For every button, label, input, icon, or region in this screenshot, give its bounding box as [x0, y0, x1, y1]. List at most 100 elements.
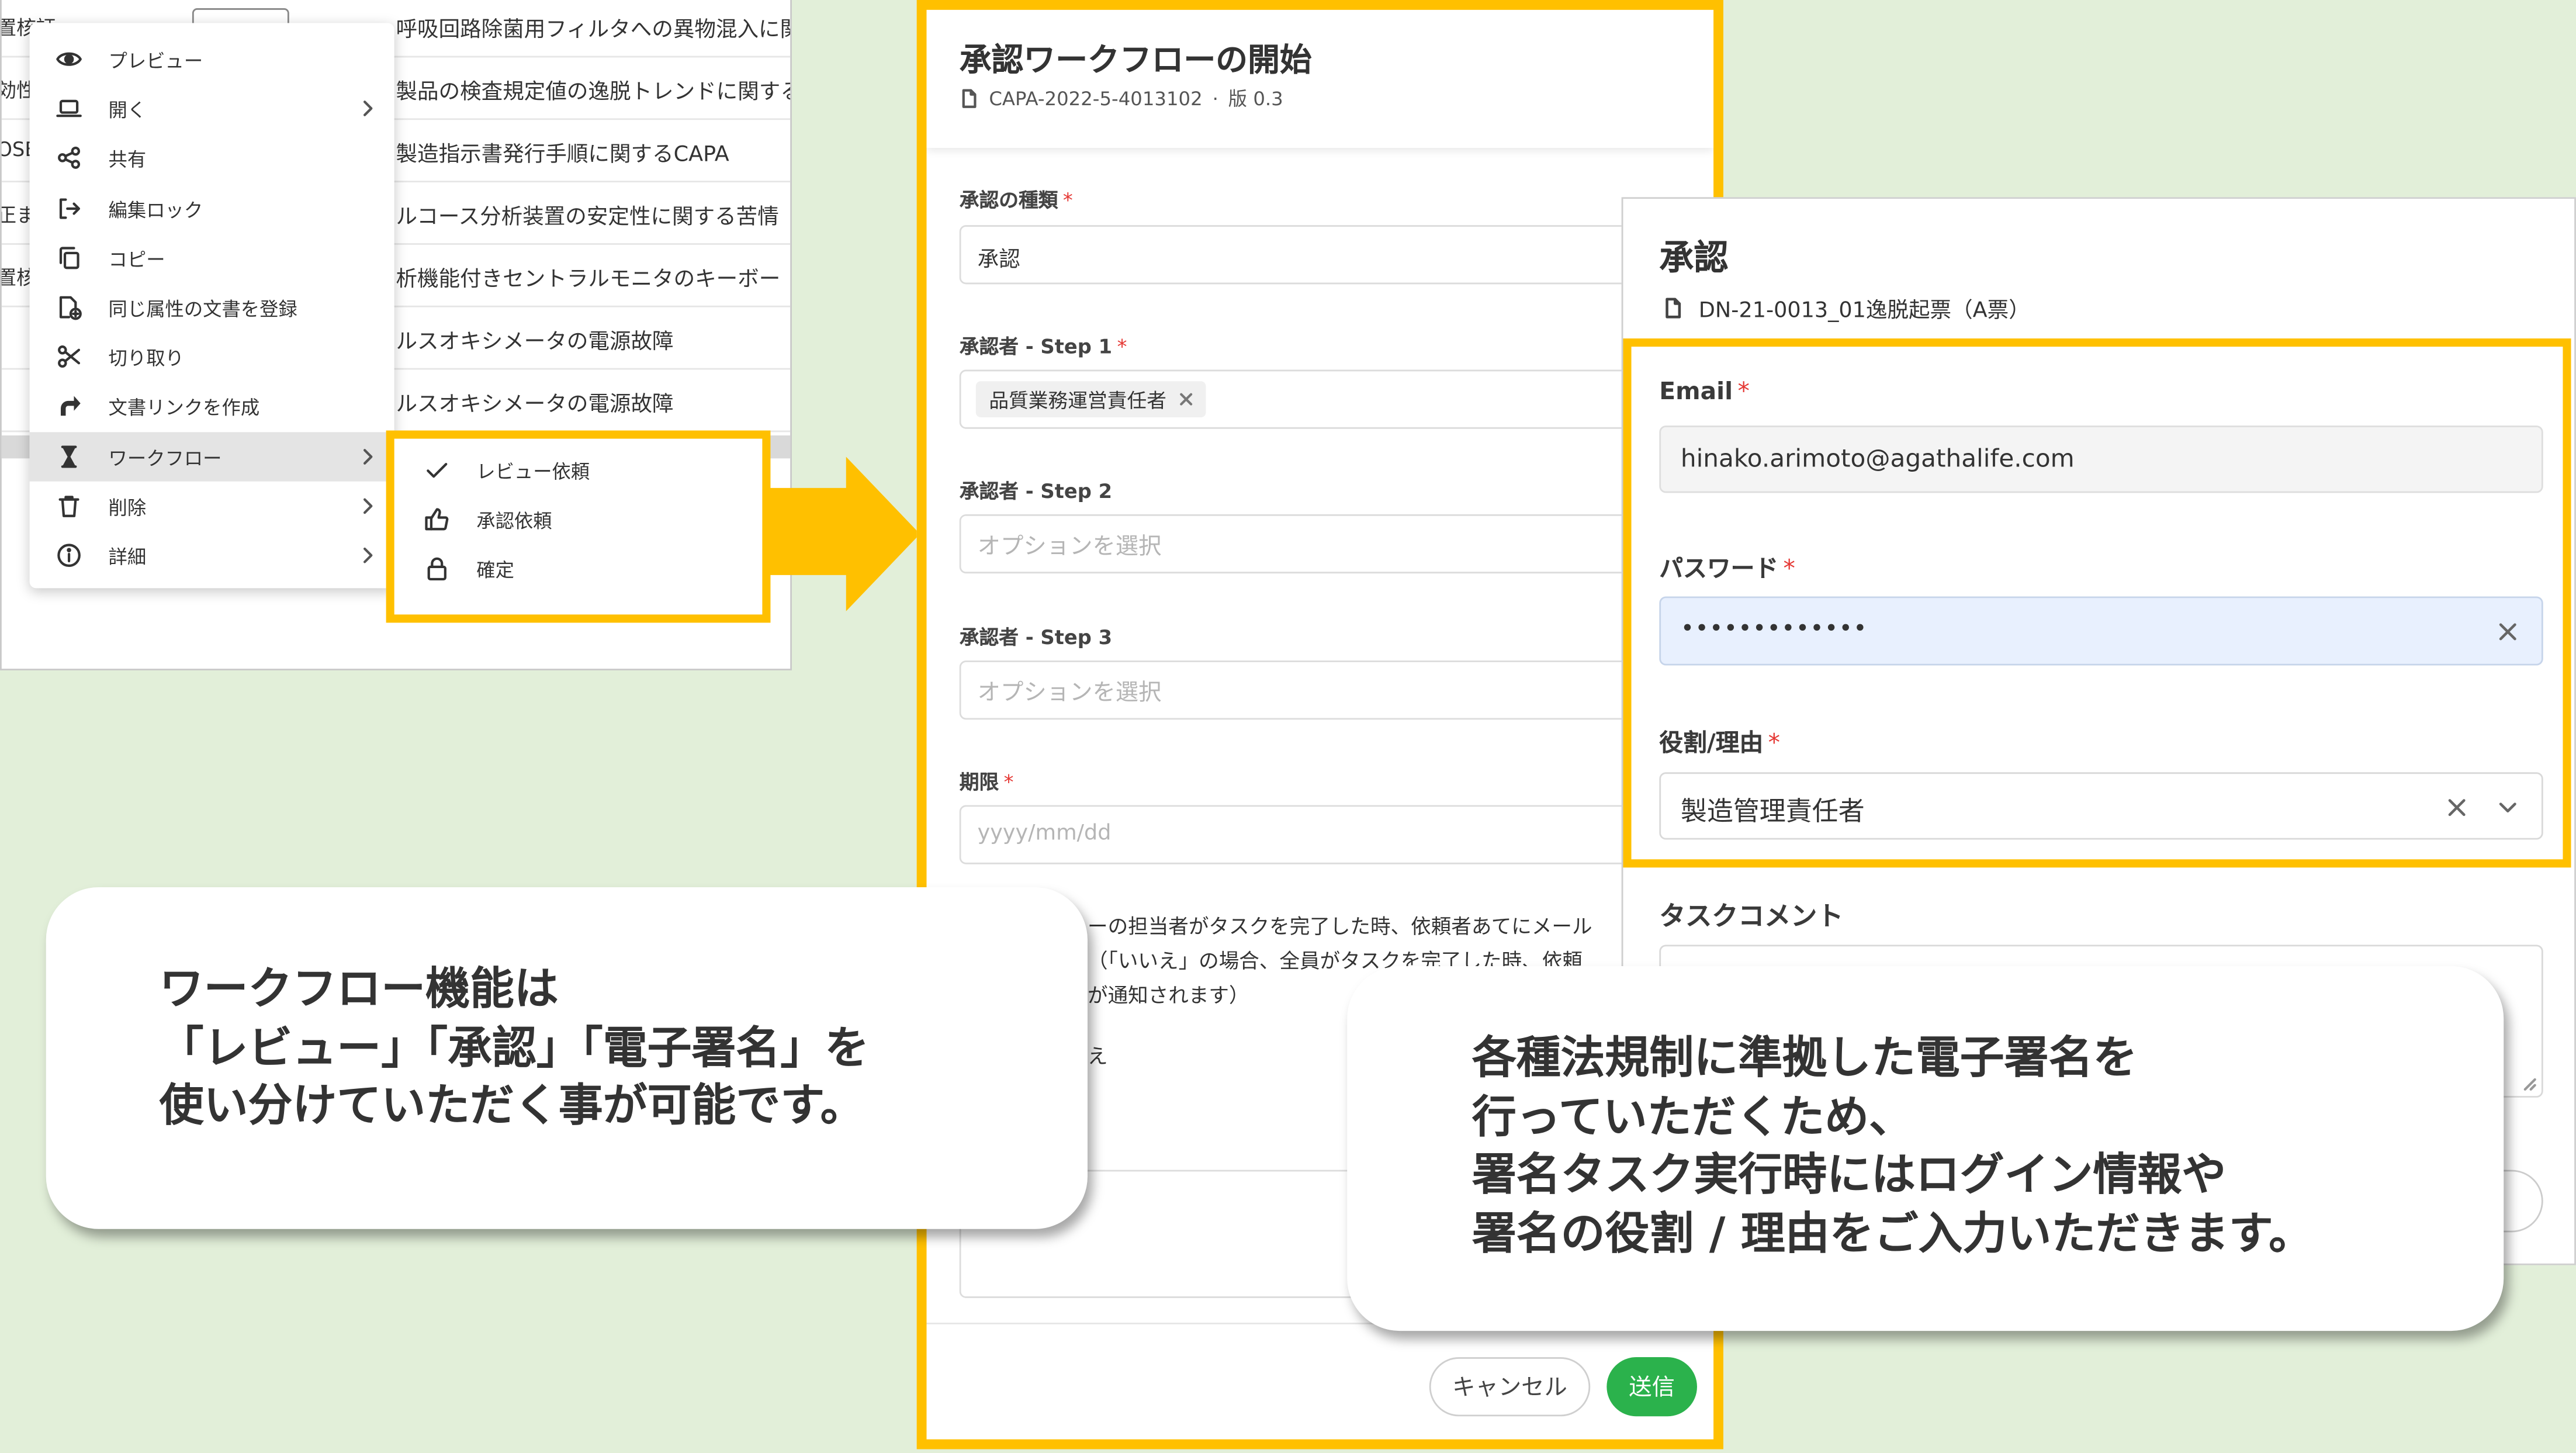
file-plus-icon	[56, 294, 82, 320]
required-mark: *	[1783, 556, 1795, 583]
password-label: パスワード *	[1659, 551, 1795, 585]
due-date-input[interactable]: yyyy/mm/dd	[959, 805, 1666, 864]
email-field[interactable]: hinako.arimoto@agathalife.com	[1659, 425, 2543, 493]
label-text: 期限	[959, 770, 999, 794]
laptop-icon	[56, 96, 82, 122]
label-text: 承認の種類	[959, 189, 1058, 212]
role-reason-value: 製造管理責任者	[1680, 795, 1865, 827]
menu-item-workflow[interactable]: ワークフロー	[29, 431, 394, 481]
row-title[interactable]: 呼吸回路除菌用フィルタへの異物混入に関	[396, 12, 790, 43]
menu-item-label: 同じ属性の文書を登録	[108, 297, 297, 321]
approver-step1-label: 承認者 - Step 1 *	[960, 332, 1127, 360]
menu-item-label: 文書リンクを作成	[108, 396, 260, 420]
lock-icon	[424, 555, 450, 582]
menu-item-open[interactable]: 開く	[30, 84, 394, 134]
submenu-item-finalize[interactable]: 確定	[394, 544, 763, 593]
callout-line: ワークフロー機能は	[159, 964, 559, 1016]
menu-item-edit-lock[interactable]: 編集ロック	[30, 184, 394, 233]
approval-type-label: 承認の種類 *	[960, 186, 1073, 214]
menu-item-share[interactable]: 共有	[30, 134, 394, 184]
copy-icon	[56, 244, 82, 271]
callout-line: 署名の役割 / 理由をご入力いただきます。	[1471, 1208, 2314, 1260]
row-title[interactable]: ルコース分析装置の安定性に関する苦情	[396, 199, 778, 230]
menu-item-copy[interactable]: コピー	[30, 233, 394, 282]
file-icon	[1663, 297, 1684, 319]
submenu-item-approval-request[interactable]: 承認依頼	[394, 494, 763, 544]
callout-line: 署名タスク実行時にはログイン情報や	[1471, 1150, 2227, 1201]
row-title[interactable]: 析機能付きセントラルモニタのキーボー	[396, 261, 780, 292]
chevron-down-icon[interactable]	[2497, 797, 2519, 818]
menu-item-create-link[interactable]: 文書リンクを作成	[30, 382, 394, 431]
hourglass-icon	[56, 443, 82, 469]
resize-handle-icon[interactable]	[2522, 1076, 2536, 1091]
row-title[interactable]: ルスオキシメータの電源故障	[396, 386, 673, 417]
close-icon[interactable]	[2446, 797, 2468, 818]
approver-step1-select[interactable]: 品質業務運営責任者	[959, 369, 1666, 429]
menu-item-cut[interactable]: 切り取り	[30, 332, 394, 382]
approver-tag-label: 品質業務運営責任者	[989, 388, 1166, 412]
row-title[interactable]: 製品の検査規定値の逸脱トレンドに関する	[396, 74, 790, 105]
callout-line: 各種法規制に準拠した電子署名を	[1471, 1033, 2138, 1085]
close-icon[interactable]	[2497, 621, 2519, 643]
radio-no-label[interactable]: え	[1088, 1040, 1108, 1070]
required-mark: *	[1117, 335, 1127, 358]
chevron-right-icon	[358, 545, 378, 565]
required-mark: *	[1737, 379, 1750, 406]
label-text: 承認者 - Step 1	[959, 335, 1113, 358]
approver-step2-label: 承認者 - Step 2	[959, 479, 1113, 503]
menu-item-label: 共有	[108, 148, 147, 172]
due-date-label: 期限 *	[960, 767, 1014, 795]
menu-item-label: 詳細	[108, 545, 147, 569]
context-menu: プレビュー 開く 共有 編集ロック コピー 同じ属性の文書を登録 切り取り 文書…	[29, 23, 394, 589]
required-mark: *	[1768, 731, 1781, 757]
menu-item-details[interactable]: 詳細	[30, 531, 394, 580]
callout-workflow-explanation: ワークフロー機能は 「レビュー」「承認」「電子署名」を 使い分けていただく事が可…	[46, 887, 1088, 1229]
label-text: 役割/理由	[1659, 731, 1764, 757]
separator: ·	[1212, 87, 1218, 110]
task-comment-label: タスクコメント	[1659, 900, 1844, 932]
menu-item-label: ワークフロー	[108, 446, 222, 469]
required-mark: *	[1003, 770, 1014, 794]
placeholder: オプションを選択	[977, 534, 1162, 561]
share-arrow-icon	[56, 393, 82, 420]
approver-tag: 品質業務運営責任者	[975, 381, 1206, 418]
callout-line: 使い分けていただく事が可能です。	[159, 1081, 865, 1132]
callout-line: 「レビュー」「承認」「電子署名」を	[159, 1022, 870, 1074]
menu-item-register-similar[interactable]: 同じ属性の文書を登録	[30, 282, 394, 332]
submit-button[interactable]: 送信	[1606, 1357, 1697, 1417]
workflow-submenu: レビュー依頼 承認依頼 確定	[386, 430, 771, 623]
row-title[interactable]: ルスオキシメータの電源故障	[396, 324, 673, 355]
cancel-button[interactable]: キャンセル	[1429, 1357, 1591, 1417]
callout-line: 行っていただくため、	[1471, 1092, 1914, 1143]
menu-item-preview[interactable]: プレビュー	[30, 34, 394, 84]
document-info: DN-21-0013_01逸脱起票（A票）	[1663, 292, 2030, 324]
placeholder: yyyy/mm/dd	[977, 821, 1112, 846]
dialog-title: 承認ワークフローの開始	[959, 41, 1312, 79]
scissors-icon	[56, 344, 82, 370]
submenu-item-label: 確定	[476, 558, 514, 582]
password-value: •••••••••••••	[1680, 616, 1868, 643]
row-title[interactable]: 製造指示書発行手順に関するCAPA	[396, 136, 729, 168]
label-text: パスワード	[1659, 556, 1779, 583]
check-icon	[424, 457, 450, 483]
document-name: DN-21-0013_01逸脱起票（A票）	[1698, 299, 2030, 324]
close-icon[interactable]	[1179, 393, 1193, 406]
menu-item-delete[interactable]: 削除	[30, 481, 394, 531]
approver-step2-select[interactable]: オプションを選択	[959, 514, 1666, 574]
submenu-item-review-request[interactable]: レビュー依頼	[394, 445, 763, 494]
role-reason-select[interactable]: 製造管理責任者	[1659, 772, 2543, 840]
submenu-item-label: 承認依頼	[476, 509, 552, 532]
approver-step3-select[interactable]: オプションを選択	[959, 660, 1666, 720]
password-field[interactable]: •••••••••••••	[1659, 596, 2543, 666]
email-value: hinako.arimoto@agathalife.com	[1680, 444, 2075, 473]
arrow-right-icon	[766, 456, 920, 611]
placeholder: オプションを選択	[977, 680, 1162, 707]
approval-type-select[interactable]: 承認	[959, 225, 1666, 285]
menu-item-label: コピー	[108, 247, 165, 271]
file-icon	[960, 89, 979, 109]
document-id: CAPA-2022-5-4013102	[989, 87, 1203, 110]
required-mark: *	[1062, 189, 1073, 212]
share-icon	[56, 145, 82, 171]
document-info: CAPA-2022-5-4013102 · 版 0.3	[960, 85, 1283, 112]
thumbs-up-icon	[424, 506, 450, 532]
